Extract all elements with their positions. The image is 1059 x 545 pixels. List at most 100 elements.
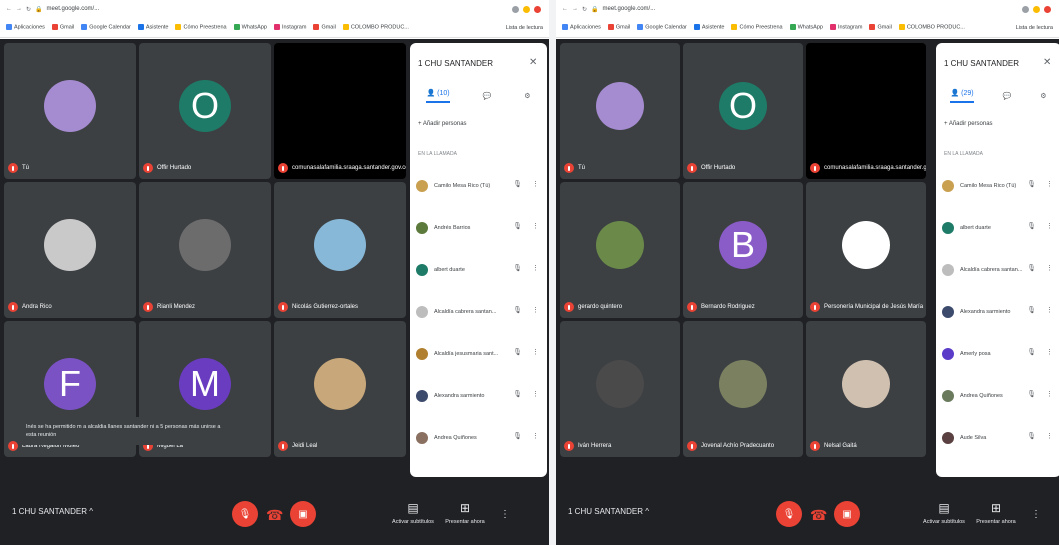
reading-list[interactable]: Lista de lectura <box>1016 25 1053 31</box>
bookmark-item[interactable]: Asistente <box>693 24 724 31</box>
bookmark-item[interactable]: Instagram <box>273 24 306 31</box>
more-options-icon[interactable]: ⋮ <box>532 222 539 230</box>
back-icon[interactable]: ← <box>562 6 568 12</box>
participant-tile[interactable]: O Offir Hurtado <box>139 43 271 179</box>
participant-tile[interactable]: B Bernardo Rodriguez <box>683 182 803 318</box>
bookmark-item[interactable]: Asistente <box>137 24 168 31</box>
present-button[interactable]: ⊞ Presentar ahora <box>442 501 488 525</box>
present-button[interactable]: ⊞ Presentar ahora <box>973 501 1019 525</box>
people-list-item[interactable]: Aude Silva 🎙 ⋮ <box>942 417 1057 459</box>
extension-icon[interactable] <box>512 5 519 13</box>
tab-people[interactable]: 👤 (29) <box>950 89 974 103</box>
bookmark-item[interactable]: COLOMBO PRODUC... <box>898 24 965 31</box>
meeting-details[interactable]: 1 CHU SANTANDER ^ <box>12 507 93 516</box>
participant-tile[interactable]: O Offir Hurtado <box>683 43 803 179</box>
meeting-details[interactable]: 1 CHU SANTANDER ^ <box>568 507 649 516</box>
more-options-icon[interactable]: ⋮ <box>1046 222 1053 230</box>
extension-icon[interactable] <box>1033 5 1040 13</box>
people-list-item[interactable]: Alexandra sarmiento 🎙 ⋮ <box>416 375 543 417</box>
participant-tile[interactable]: Personería Municipal de Jesús María <box>806 182 926 318</box>
reload-icon[interactable]: ↻ <box>582 6 587 13</box>
participant-tile[interactable]: Rianli Mendez <box>139 182 271 318</box>
extension-icon[interactable] <box>1022 5 1029 13</box>
captions-button[interactable]: ▤ Activar subtítulos <box>390 501 436 525</box>
bookmark-item[interactable]: Cómo Preestrena <box>175 24 227 31</box>
tab-activities[interactable]: ⚙ <box>1040 92 1046 100</box>
more-options-icon[interactable]: ⋮ <box>532 432 539 440</box>
participant-tile[interactable]: Jeidi Leal <box>274 321 406 457</box>
bookmark-item[interactable]: Google Calendar <box>81 24 131 31</box>
participant-tile[interactable]: Nicolás Gutierrez-ortales <box>274 182 406 318</box>
more-options-icon[interactable]: ⋮ <box>532 264 539 272</box>
camera-toggle-button[interactable]: ▣ <box>834 501 860 527</box>
extension-icon[interactable] <box>523 5 530 13</box>
participant-tile[interactable]: Andra Rico <box>4 182 136 318</box>
people-list-item[interactable]: albert duarte 🎙 ⋮ <box>416 249 543 291</box>
bookmark-item[interactable]: Aplicaciones <box>562 24 601 31</box>
captions-button[interactable]: ▤ Activar subtítulos <box>921 501 967 525</box>
more-options-icon[interactable]: ⋮ <box>1046 180 1053 188</box>
tab-activities[interactable]: ⚙ <box>524 92 530 100</box>
people-list-item[interactable]: Alcaldía cabrera santan... 🎙 ⋮ <box>416 291 543 333</box>
mic-toggle-button[interactable]: 🎙 <box>776 501 802 527</box>
participant-tile[interactable]: Jovenal Achío Pradecuanto <box>683 321 803 457</box>
bookmark-item[interactable]: COLOMBO PRODUC... <box>342 24 409 31</box>
participant-tile[interactable]: comunasalafamilia.sraaga.santander.gov.c… <box>274 43 406 179</box>
close-icon[interactable]: ✕ <box>529 57 537 68</box>
tab-chat[interactable]: 💬 <box>1003 92 1012 100</box>
bookmark-item[interactable]: Google Calendar <box>637 24 687 31</box>
participant-tile[interactable]: gerardo quintero <box>560 182 680 318</box>
tab-people[interactable]: 👤 (10) <box>426 89 450 103</box>
bookmark-item[interactable]: Instagram <box>829 24 862 31</box>
leave-call-button[interactable]: ☎ <box>266 507 283 524</box>
people-list-item[interactable]: Andrea Quiñones 🎙 ⋮ <box>942 375 1057 417</box>
more-options-icon[interactable]: ⋮ <box>1046 264 1053 272</box>
people-list-item[interactable]: Amerly posa 🎙 ⋮ <box>942 333 1057 375</box>
back-icon[interactable]: ← <box>6 6 12 12</box>
forward-icon[interactable]: → <box>572 6 578 12</box>
people-list-item[interactable]: Alexandra sarmiento 🎙 ⋮ <box>942 291 1057 333</box>
people-list-item[interactable]: Camilo Mesa Rico (Tú) 🎙 ⋮ <box>942 165 1057 207</box>
participant-tile[interactable]: Iván Herrera <box>560 321 680 457</box>
add-people-button[interactable]: + Añadir personas <box>944 121 993 127</box>
url-field[interactable]: meet.google.com/... <box>47 6 100 12</box>
more-options-icon[interactable]: ⋮ <box>1046 348 1053 356</box>
participant-tile[interactable]: Tú <box>560 43 680 179</box>
people-list-item[interactable]: Andrés Barrios 🎙 ⋮ <box>416 207 543 249</box>
more-options-icon[interactable]: ⋮ <box>532 306 539 314</box>
more-options-icon[interactable]: ⋮ <box>1046 306 1053 314</box>
leave-call-button[interactable]: ☎ <box>810 507 827 524</box>
more-options-icon[interactable]: ⋮ <box>1046 432 1053 440</box>
bookmark-item[interactable]: Gmail <box>313 24 336 31</box>
url-field[interactable]: meet.google.com/... <box>603 6 656 12</box>
more-options-icon[interactable]: ⋮ <box>500 509 510 520</box>
participant-tile[interactable]: comunasalafamilia.sraaga.santander.gov.c… <box>806 43 926 179</box>
reading-list[interactable]: Lista de lectura <box>506 25 543 31</box>
profile-icon[interactable] <box>1044 5 1051 13</box>
bookmark-item[interactable]: Cómo Preestrena <box>731 24 783 31</box>
participant-tile[interactable]: Nelsal Gaitá <box>806 321 926 457</box>
more-options-icon[interactable]: ⋮ <box>532 390 539 398</box>
more-options-icon[interactable]: ⋮ <box>532 180 539 188</box>
more-options-icon[interactable]: ⋮ <box>1031 509 1041 520</box>
profile-icon[interactable] <box>534 5 541 13</box>
people-list-item[interactable]: Alcaldía jesusmaria sant... 🎙 ⋮ <box>416 333 543 375</box>
close-icon[interactable]: ✕ <box>1043 57 1051 68</box>
reload-icon[interactable]: ↻ <box>26 6 31 13</box>
bookmark-item[interactable]: WhatsApp <box>233 24 267 31</box>
forward-icon[interactable]: → <box>16 6 22 12</box>
more-options-icon[interactable]: ⋮ <box>532 348 539 356</box>
tab-chat[interactable]: 💬 <box>483 92 492 100</box>
add-people-button[interactable]: + Añadir personas <box>418 121 467 127</box>
bookmark-item[interactable]: Gmail <box>51 24 74 31</box>
people-list-item[interactable]: Andrea Quiñones 🎙 ⋮ <box>416 417 543 459</box>
people-list-item[interactable]: albert duarte 🎙 ⋮ <box>942 207 1057 249</box>
bookmark-item[interactable]: Gmail <box>607 24 630 31</box>
bookmark-item[interactable]: Gmail <box>869 24 892 31</box>
more-options-icon[interactable]: ⋮ <box>1046 390 1053 398</box>
camera-toggle-button[interactable]: ▣ <box>290 501 316 527</box>
people-list-item[interactable]: Camilo Mesa Rico (Tú) 🎙 ⋮ <box>416 165 543 207</box>
bookmark-item[interactable]: WhatsApp <box>789 24 823 31</box>
mic-toggle-button[interactable]: 🎙 <box>232 501 258 527</box>
people-list-item[interactable]: Alcaldía cabrera santan... 🎙 ⋮ <box>942 249 1057 291</box>
